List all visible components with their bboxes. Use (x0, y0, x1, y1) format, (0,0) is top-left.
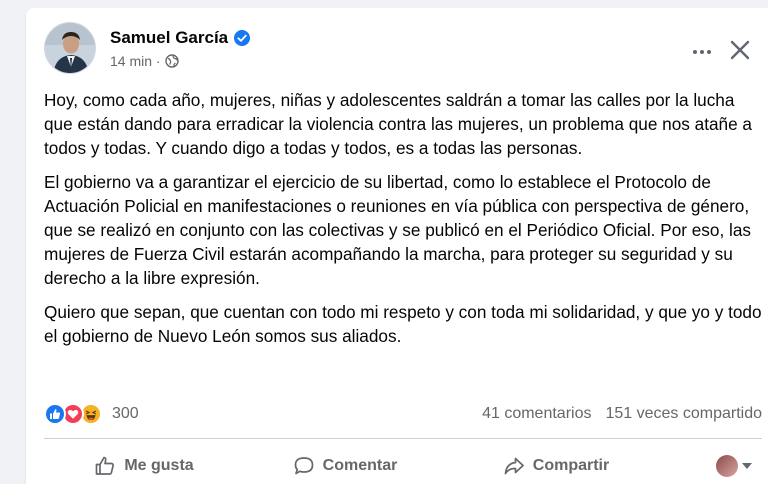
reaction-count[interactable]: 300 (112, 405, 139, 423)
comment-icon (294, 457, 314, 475)
more-dot (700, 50, 704, 54)
author-avatar[interactable] (44, 22, 96, 74)
comment-button[interactable]: Comentar (250, 455, 440, 477)
post-card: Samuel García 14 min · Hoy, como cada añ… (26, 8, 768, 484)
shares-count[interactable]: 151 veces compartido (605, 405, 762, 423)
post-paragraph: Quiero que sepan, que cuentan con todo m… (44, 302, 762, 346)
reactions-summary[interactable] (44, 403, 102, 425)
comments-count[interactable]: 41 comentarios (482, 405, 591, 423)
like-button[interactable]: Me gusta (44, 455, 244, 477)
globe-icon[interactable] (164, 54, 179, 68)
share-icon (504, 457, 524, 475)
share-button[interactable]: Compartir (456, 455, 656, 477)
more-dot (707, 50, 711, 54)
post-body: Hoy, como cada año, mujeres, niñas y ado… (44, 88, 766, 358)
verified-badge-icon (234, 30, 251, 46)
thumbs-up-icon (95, 456, 115, 475)
post-actions: Me gusta Comentar Compartir (44, 448, 762, 484)
engagement-stats: 41 comentarios 151 veces compartido (482, 405, 762, 423)
post-meta: 14 min · (110, 53, 179, 69)
like-label: Me gusta (124, 457, 194, 474)
post-time[interactable]: 14 min · (110, 53, 161, 69)
post-paragraph: El gobierno va a garantizar el ejercicio… (44, 172, 751, 288)
react-as-selector[interactable] (716, 455, 752, 477)
post-header: Samuel García 14 min · (44, 22, 768, 78)
share-label: Compartir (532, 457, 610, 474)
post-paragraph: Hoy, como cada año, mujeres, niñas y ado… (44, 90, 752, 158)
actions-divider (44, 438, 762, 439)
author-name[interactable]: Samuel García (110, 28, 228, 48)
chevron-down-icon (742, 463, 752, 469)
author-line: Samuel García (110, 28, 251, 48)
more-dot (693, 50, 697, 54)
more-options-icon[interactable] (688, 42, 716, 62)
comment-label: Comentar (322, 457, 398, 474)
close-icon[interactable] (726, 36, 754, 64)
profile-avatar (716, 455, 738, 477)
post-stats: 300 41 comentarios 151 veces compartido (44, 402, 762, 426)
like-reaction-icon (44, 403, 66, 425)
